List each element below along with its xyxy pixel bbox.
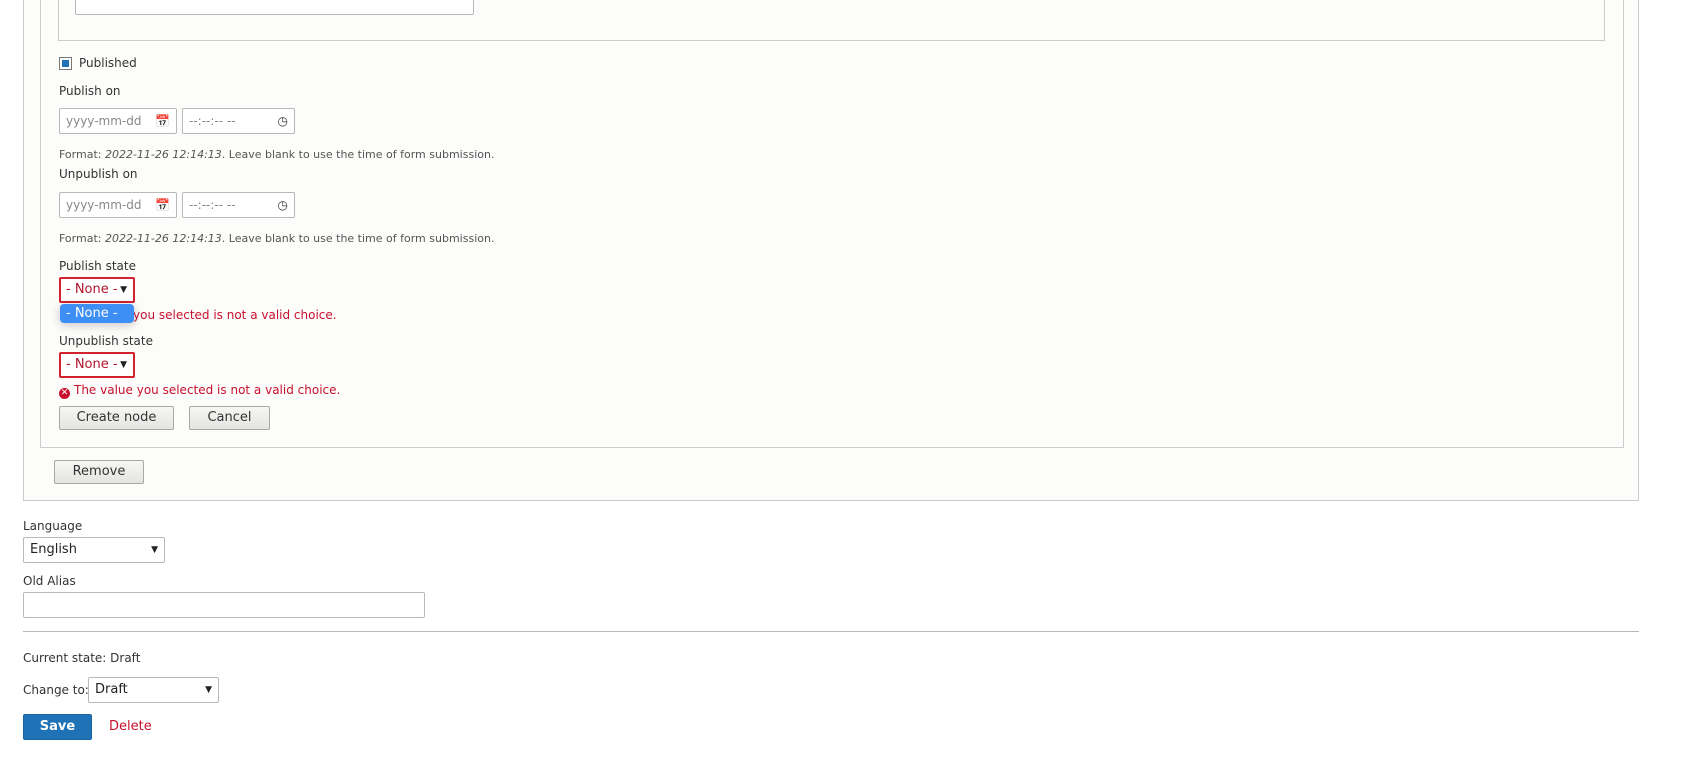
publish-on-description: Format: 2022-11-26 12:14:13. Leave blank… — [59, 148, 494, 162]
publish-state-label: Publish state — [59, 259, 136, 273]
publish-state-selected: - None - — [66, 282, 118, 297]
format-example: 2022-11-26 12:14:13 — [104, 232, 222, 245]
unpublish-state-label: Unpublish state — [59, 334, 153, 348]
save-button[interactable]: Save — [23, 714, 92, 740]
clock-icon[interactable]: ◷ — [278, 193, 288, 217]
delete-link[interactable]: Delete — [109, 719, 152, 735]
unpublish-on-date-placeholder: yyyy-mm-dd — [66, 198, 142, 212]
change-to-select[interactable]: Draft ▼ — [88, 677, 219, 703]
unpublish-on-time-input[interactable]: --:--:-- -- ◷ — [182, 192, 295, 218]
unpublish-on-description: Format: 2022-11-26 12:14:13. Leave blank… — [59, 232, 494, 246]
inline-entity-form — [40, 0, 1624, 448]
remove-button[interactable]: Remove — [54, 460, 144, 484]
format-suffix: . Leave blank to use the time of form su… — [221, 148, 495, 161]
calendar-icon[interactable]: 📅 — [155, 109, 170, 133]
published-checkbox[interactable] — [59, 57, 72, 70]
caret-down-icon: ▼ — [120, 360, 127, 370]
old-alias-input[interactable] — [23, 592, 425, 618]
published-label: Published — [79, 56, 137, 70]
publish-on-date-input[interactable]: yyyy-mm-dd 📅 — [59, 108, 177, 134]
unpublish-on-date-input[interactable]: yyyy-mm-dd 📅 — [59, 192, 177, 218]
unpublish-state-selected: - None - — [66, 357, 118, 372]
cancel-button[interactable]: Cancel — [189, 406, 270, 430]
caret-down-icon: ▼ — [151, 545, 158, 555]
publish-state-select[interactable]: - None - ▼ — [59, 277, 135, 303]
language-select[interactable]: English ▼ — [23, 537, 165, 563]
publish-on-time-placeholder: --:--:-- -- — [189, 114, 236, 128]
top-text-input[interactable] — [75, 0, 474, 15]
language-selected: English — [30, 542, 77, 557]
unpublish-state-error: ✕ The value you selected is not a valid c… — [59, 383, 340, 399]
create-node-button[interactable]: Create node — [59, 406, 174, 430]
unpublish-state-error-text: The value you selected is not a valid ch… — [74, 383, 341, 397]
change-to-selected: Draft — [95, 682, 128, 697]
publish-on-date-placeholder: yyyy-mm-dd — [66, 114, 142, 128]
change-to-label: Change to: — [23, 683, 89, 697]
publish-on-label: Publish on — [59, 84, 121, 98]
format-prefix: Format: — [59, 148, 105, 161]
unpublish-on-time-placeholder: --:--:-- -- — [189, 198, 236, 212]
calendar-icon[interactable]: 📅 — [155, 193, 170, 217]
unpublish-on-label: Unpublish on — [59, 167, 138, 181]
format-prefix: Format: — [59, 232, 105, 245]
unpublish-state-select[interactable]: - None - ▼ — [59, 352, 135, 378]
current-state: Current state: Draft — [23, 651, 140, 665]
publish-state-dropdown-option[interactable]: - None - — [60, 304, 134, 323]
language-label: Language — [23, 519, 83, 533]
publish-on-time-input[interactable]: --:--:-- -- ◷ — [182, 108, 295, 134]
section-divider — [23, 631, 1639, 632]
caret-down-icon: ▼ — [205, 685, 212, 695]
old-alias-label: Old Alias — [23, 574, 76, 588]
publish-state-error: you selected is not a valid choice. — [133, 308, 337, 322]
current-state-value: Draft — [110, 651, 141, 665]
error-icon: ✕ — [59, 388, 70, 399]
current-state-label: Current state: — [23, 651, 107, 665]
format-example: 2022-11-26 12:14:13 — [104, 148, 222, 161]
format-suffix: . Leave blank to use the time of form su… — [221, 232, 495, 245]
caret-down-icon: ▼ — [120, 285, 127, 295]
clock-icon[interactable]: ◷ — [278, 109, 288, 133]
